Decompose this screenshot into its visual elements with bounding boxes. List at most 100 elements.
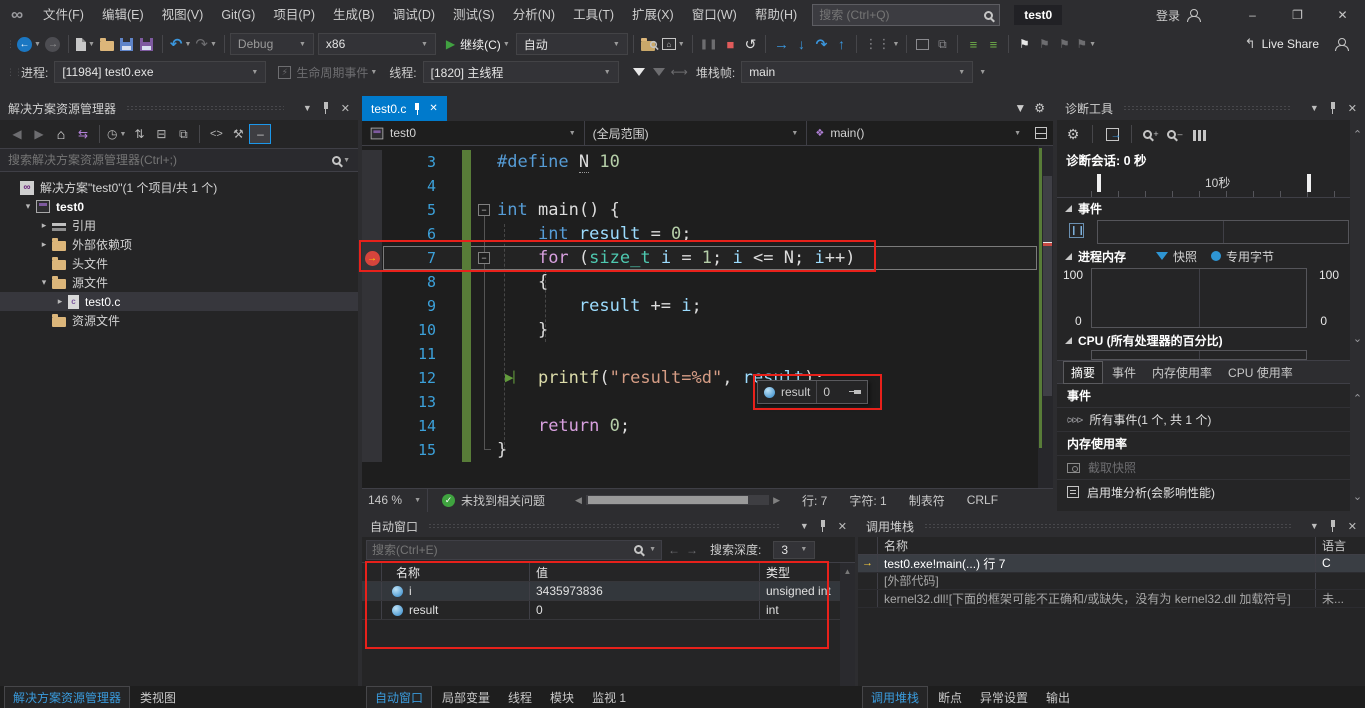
solution-platform-dropdown[interactable]: x86 ▼ [317, 33, 436, 55]
timeline-start-marker[interactable] [1097, 174, 1101, 192]
code-line-12[interactable]: 12 printf("result=%d", result); [362, 366, 1053, 390]
expanded-arrow-icon[interactable]: ▾ [36, 277, 52, 288]
live-share-button[interactable]: ↰ Live Share [1243, 33, 1321, 55]
collapsed-arrow-icon[interactable]: ▸ [36, 239, 52, 250]
nav-scope-dropdown[interactable]: (全局范围) ▼ [585, 121, 808, 145]
menu-help[interactable]: 帮助(H) [746, 0, 806, 30]
window-position-dropdown-icon[interactable]: ▼ [303, 103, 312, 113]
close-icon[interactable]: ✕ [838, 520, 847, 533]
breakpoint-condition-button[interactable] [912, 33, 932, 55]
tree-item-solution[interactable]: ∞ 解决方案"test0"(1 个项目/共 1 个) [0, 178, 358, 197]
current-statement-breakpoint-icon[interactable] [364, 250, 380, 266]
code-line-5[interactable]: 5 int main() { [362, 198, 1053, 222]
collapsed-arrow-icon[interactable]: ▸ [36, 220, 52, 231]
browse-find-button[interactable] [639, 33, 660, 55]
code-line-9[interactable]: 9 result += i; [362, 294, 1053, 318]
code-line-15[interactable]: 15 } [362, 438, 1053, 462]
tab-solution-explorer[interactable]: 解决方案资源管理器 [4, 685, 131, 708]
lifecycle-events-button[interactable]: ⚡ 生命周期事件 ▼ [276, 61, 379, 83]
reset-view-chart-icon[interactable] [1189, 123, 1209, 145]
indent-decrease-button[interactable]: ≡ [963, 33, 983, 55]
editor-tab-test0c[interactable]: test0.c ✕ [362, 96, 447, 121]
take-snapshot-button[interactable]: 截取快照 [1057, 456, 1365, 480]
settings-gear-icon[interactable]: ⚙ [1063, 123, 1083, 145]
tab-autos[interactable]: 自动窗口 [366, 685, 433, 708]
save-button[interactable] [117, 33, 137, 55]
menu-debug[interactable]: 调试(D) [384, 0, 444, 30]
process-memory-section-header[interactable]: 进程内存 快照 专用字节 [1057, 246, 1365, 266]
toggle-current-thread-button[interactable]: ⟷ [669, 61, 690, 83]
stack-frame-row-main[interactable]: test0.exe!main(...) 行 7 C [858, 555, 1365, 573]
pin-icon[interactable] [1329, 102, 1338, 114]
code-area[interactable]: 3 #define N 10 4 5 int main() { 6 int re… [362, 146, 1053, 488]
breakpoint-margin[interactable] [362, 294, 382, 318]
fold-collapse-icon[interactable] [478, 252, 490, 264]
break-all-button[interactable]: ❚❚ [698, 33, 721, 55]
run-to-click-icon[interactable] [505, 366, 522, 390]
tree-item-test0c[interactable]: ▸ c test0.c [0, 292, 358, 311]
tab-threads[interactable]: 线程 [500, 687, 540, 708]
scroll-left-arrow-icon[interactable]: ◀ [575, 495, 582, 506]
collapsed-arrow-icon[interactable]: ▸ [52, 296, 68, 307]
timeline-end-marker[interactable] [1307, 174, 1311, 192]
window-position-dropdown-icon[interactable]: ▼ [800, 521, 809, 531]
menu-test[interactable]: 测试(S) [444, 0, 504, 30]
quick-search-box[interactable] [812, 4, 1001, 26]
menu-file[interactable]: 文件(F) [34, 0, 93, 30]
filter-threads-button[interactable] [629, 61, 649, 83]
editor-vertical-scrollbar[interactable] [1038, 146, 1053, 488]
solution-search-input[interactable] [8, 153, 333, 167]
project-chip[interactable]: test0 [1014, 5, 1063, 25]
search-next-icon[interactable]: → [686, 543, 698, 557]
restore-button[interactable]: ❐ [1275, 0, 1320, 30]
code-line-8[interactable]: 8 { [362, 270, 1053, 294]
code-line-10[interactable]: 10 } [362, 318, 1053, 342]
expanded-arrow-icon[interactable]: ▾ [20, 201, 36, 212]
tab-call-stack[interactable]: 调用堆栈 [862, 685, 929, 708]
attach-mode-dropdown[interactable]: 自动 ▼ [515, 33, 628, 55]
menu-tools[interactable]: 工具(T) [564, 0, 623, 30]
export-report-icon[interactable] [1102, 123, 1122, 145]
tab-output[interactable]: 输出 [1038, 687, 1078, 708]
tabs-indicator[interactable]: 制表符 [909, 492, 945, 509]
thread-dropdown[interactable]: [1820] 主线程 ▼ [422, 61, 619, 83]
menu-build[interactable]: 生成(B) [324, 0, 384, 30]
code-line-7[interactable]: 7 for (size_t i = 1; i <= N; i++) [362, 246, 1053, 270]
pin-icon[interactable] [322, 102, 331, 114]
code-line-3[interactable]: 3 #define N 10 [362, 150, 1053, 174]
code-line-13[interactable]: 13 [362, 390, 1053, 414]
open-file-button[interactable] [97, 33, 117, 55]
breakpoint-margin[interactable] [362, 342, 382, 366]
stop-debugging-button[interactable]: ■ [720, 33, 740, 55]
search-depth-dropdown[interactable]: 3 ▼ [773, 540, 816, 559]
scroll-right-arrow-icon[interactable]: ▶ [773, 495, 780, 506]
menu-analyze[interactable]: 分析(N) [504, 0, 564, 30]
scrollbar-thumb[interactable] [1043, 176, 1052, 396]
se-home-icon[interactable]: ⌂ [50, 123, 72, 145]
cpu-chart-plot[interactable] [1091, 350, 1307, 360]
se-properties-wrench-icon[interactable]: ⚒ [227, 123, 249, 145]
window-position-dropdown-icon[interactable]: ▼ [1310, 521, 1319, 531]
clear-bookmarks-button[interactable]: ⚑ ▼ [1074, 33, 1098, 55]
code-line-14[interactable]: 14 return 0; [362, 414, 1053, 438]
code-map-button[interactable]: ⋮⋮ ▼ [862, 33, 901, 55]
step-over-button[interactable]: ↷ [811, 33, 831, 55]
code-line-4[interactable]: 4 [362, 174, 1053, 198]
search-prev-icon[interactable]: ← [668, 543, 680, 557]
tab-events[interactable]: 事件 [1105, 362, 1143, 383]
stack-frame-row-kernel32[interactable]: kernel32.dll![下面的框架可能不正确和/或缺失，没有为 kernel… [858, 590, 1365, 608]
window-position-dropdown-icon[interactable]: ▼ [1310, 103, 1319, 113]
redo-button[interactable]: ↷ ▼ [193, 33, 219, 55]
se-back-icon[interactable]: ◀ [6, 123, 28, 145]
timeline-ruler[interactable]: 10秒 [1057, 170, 1365, 198]
pin-icon[interactable] [1329, 520, 1338, 532]
copy-parallel-stacks-button[interactable]: ⧉ [932, 33, 952, 55]
column-language[interactable]: 语言 [1315, 537, 1365, 554]
tab-breakpoints[interactable]: 断点 [930, 687, 970, 708]
tab-class-view[interactable]: 类视图 [132, 687, 184, 708]
tree-item-header-files[interactable]: 头文件 [0, 254, 358, 273]
toggle-bookmark-button[interactable]: ⚑ [1014, 33, 1034, 55]
se-pending-changes-filter-icon[interactable]: ◷ ▼ [105, 123, 128, 145]
indent-increase-button[interactable]: ≡ [983, 33, 1003, 55]
se-forward-icon[interactable]: ▶ [28, 123, 50, 145]
